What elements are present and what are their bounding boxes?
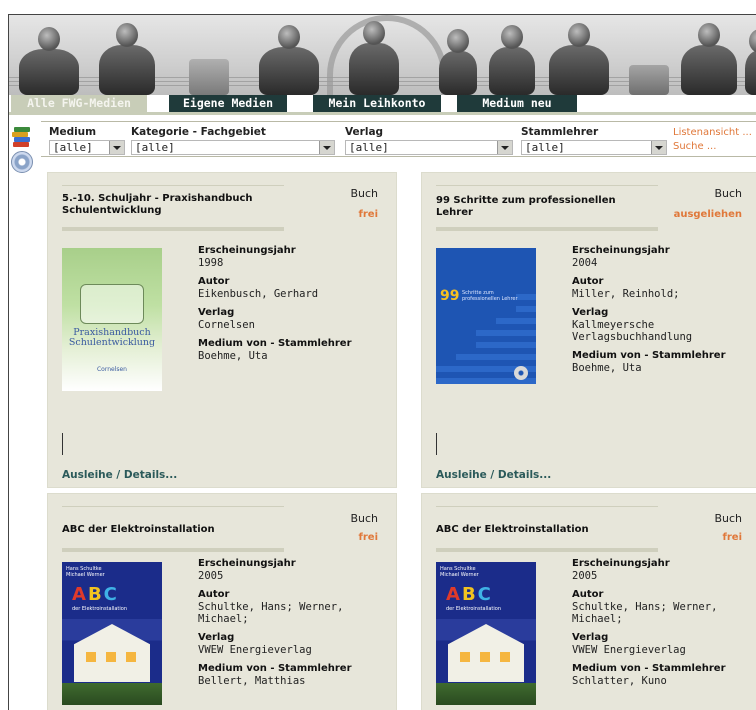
year-label: Erscheinungsjahr <box>572 245 670 256</box>
chevron-down-icon[interactable] <box>109 141 124 154</box>
main-nav: Alle FWG-Medien Eigene Medien Mein Leihk… <box>9 95 756 112</box>
filter-medium-label: Medium <box>49 126 97 138</box>
media-card: 5.-10. Schuljahr - Praxishandbuch Schule… <box>47 172 397 488</box>
owner-label: Medium von - Stammlehrer <box>198 663 352 674</box>
filter-stammlehrer-label: Stammlehrer <box>521 126 599 138</box>
author-value: Eikenbusch, Gerhard <box>198 288 319 300</box>
owner-value: Boehme, Uta <box>572 362 642 374</box>
publisher-value: VWEW Energieverlag <box>572 644 686 656</box>
chevron-down-icon[interactable] <box>497 141 512 154</box>
publisher-label: Verlag <box>198 307 235 318</box>
filter-stammlehrer-select[interactable]: [alle] <box>521 140 667 155</box>
filter-verlag-label: Verlag <box>345 126 384 138</box>
status-badge: frei <box>358 209 379 220</box>
details-link[interactable]: Ausleihe / Details... <box>62 469 177 481</box>
search-link[interactable]: Suche ... <box>673 141 716 152</box>
publisher-value: VWEW Energieverlag <box>198 644 312 656</box>
author-value: Schultke, Hans; Werner, Michael; <box>198 601 344 625</box>
publisher-value: Kallmeyersche Verlagsbuchhandlung <box>572 319 693 343</box>
media-title: 99 Schritte zum professionellen Lehrer <box>436 195 616 218</box>
year-label: Erscheinungsjahr <box>572 558 670 569</box>
author-value: Miller, Reinhold; <box>572 288 680 300</box>
text-cursor <box>62 433 63 455</box>
media-card: ABC der Elektroinstallation Buch frei Ha… <box>47 493 397 710</box>
filter-medium-value: [alle] <box>53 141 93 154</box>
filter-kategorie-select[interactable]: [alle] <box>131 140 335 155</box>
book-cover-image: 99 Schritte zum professionellen Lehrer <box>436 248 536 384</box>
publisher-label: Verlag <box>572 632 609 643</box>
author-label: Autor <box>572 589 604 600</box>
year-label: Erscheinungsjahr <box>198 558 296 569</box>
filter-verlag-value: [alle] <box>349 141 389 154</box>
list-view-link[interactable]: Listenansicht ... <box>673 127 752 138</box>
media-details: Erscheinungsjahr 2005 Autor Schultke, Ha… <box>198 558 368 694</box>
status-badge: frei <box>722 532 743 543</box>
tab-underline <box>9 112 756 115</box>
owner-value: Boehme, Uta <box>198 350 268 362</box>
books-icon[interactable] <box>11 125 33 147</box>
chevron-down-icon[interactable] <box>651 141 666 154</box>
filter-kategorie-label: Kategorie - Fachgebiet <box>131 126 266 138</box>
media-type: Buch <box>350 512 378 525</box>
author-label: Autor <box>198 276 230 287</box>
publisher-label: Verlag <box>572 307 609 318</box>
owner-value: Bellert, Matthias <box>198 675 306 687</box>
details-link[interactable]: Ausleihe / Details... <box>436 469 551 481</box>
chevron-down-icon[interactable] <box>319 141 334 154</box>
owner-value: Schlatter, Kuno <box>572 675 667 687</box>
page-frame: Alle FWG-Medien Eigene Medien Mein Leihk… <box>8 14 756 710</box>
book-cover-image: Praxishandbuch Schulentwicklung Cornelsen <box>62 248 162 391</box>
year-value: 2004 <box>572 257 598 269</box>
media-card: ABC der Elektroinstallation Buch frei Ha… <box>421 493 756 710</box>
media-title: 5.-10. Schuljahr - Praxishandbuch Schule… <box>62 193 253 216</box>
book-cover-image: Hans Schultke Michael Werner ABC der Elek… <box>62 562 162 705</box>
tab-mein-leihkonto[interactable]: Mein Leihkonto <box>313 95 441 112</box>
media-type: Buch <box>714 187 742 200</box>
author-label: Autor <box>572 276 604 287</box>
owner-label: Medium von - Stammlehrer <box>572 663 726 674</box>
filter-verlag-select[interactable]: [alle] <box>345 140 513 155</box>
filter-kategorie-value: [alle] <box>135 141 175 154</box>
status-badge: ausgeliehen <box>673 209 742 220</box>
tab-medium-neu[interactable]: Medium neu <box>457 95 577 112</box>
book-cover-image: Hans Schultke Michael Werner ABC der Elek… <box>436 562 536 705</box>
media-details: Erscheinungsjahr 2005 Autor Schultke, Ha… <box>572 558 742 694</box>
status-badge: frei <box>358 532 379 543</box>
media-title: ABC der Elektroinstallation <box>436 524 589 535</box>
media-details: Erscheinungsjahr 1998 Autor Eikenbusch, … <box>198 245 368 369</box>
year-label: Erscheinungsjahr <box>198 245 296 256</box>
tab-eigene-medien[interactable]: Eigene Medien <box>169 95 287 112</box>
media-type: Buch <box>350 187 378 200</box>
header-banner-image <box>9 15 756 95</box>
tab-alle-fwg-medien[interactable]: Alle FWG-Medien <box>11 95 147 112</box>
author-label: Autor <box>198 589 230 600</box>
cd-icon[interactable] <box>11 151 33 173</box>
media-type: Buch <box>714 512 742 525</box>
media-details: Erscheinungsjahr 2004 Autor Miller, Rein… <box>572 245 742 381</box>
filter-medium-select[interactable]: [alle] <box>49 140 125 155</box>
year-value: 1998 <box>198 257 224 269</box>
media-title: ABC der Elektroinstallation <box>62 524 215 535</box>
year-value: 2005 <box>198 570 224 582</box>
text-cursor <box>436 433 437 455</box>
year-value: 2005 <box>572 570 598 582</box>
owner-label: Medium von - Stammlehrer <box>572 350 726 361</box>
media-card: 99 Schritte zum professionellen Lehrer B… <box>421 172 756 488</box>
filter-stammlehrer-value: [alle] <box>525 141 565 154</box>
filter-bar: Medium [alle] Kategorie - Fachgebiet [al… <box>41 121 756 157</box>
author-value: Schultke, Hans; Werner, Michael; <box>572 601 718 625</box>
publisher-value: Cornelsen <box>198 319 255 331</box>
publisher-label: Verlag <box>198 632 235 643</box>
owner-label: Medium von - Stammlehrer <box>198 338 352 349</box>
